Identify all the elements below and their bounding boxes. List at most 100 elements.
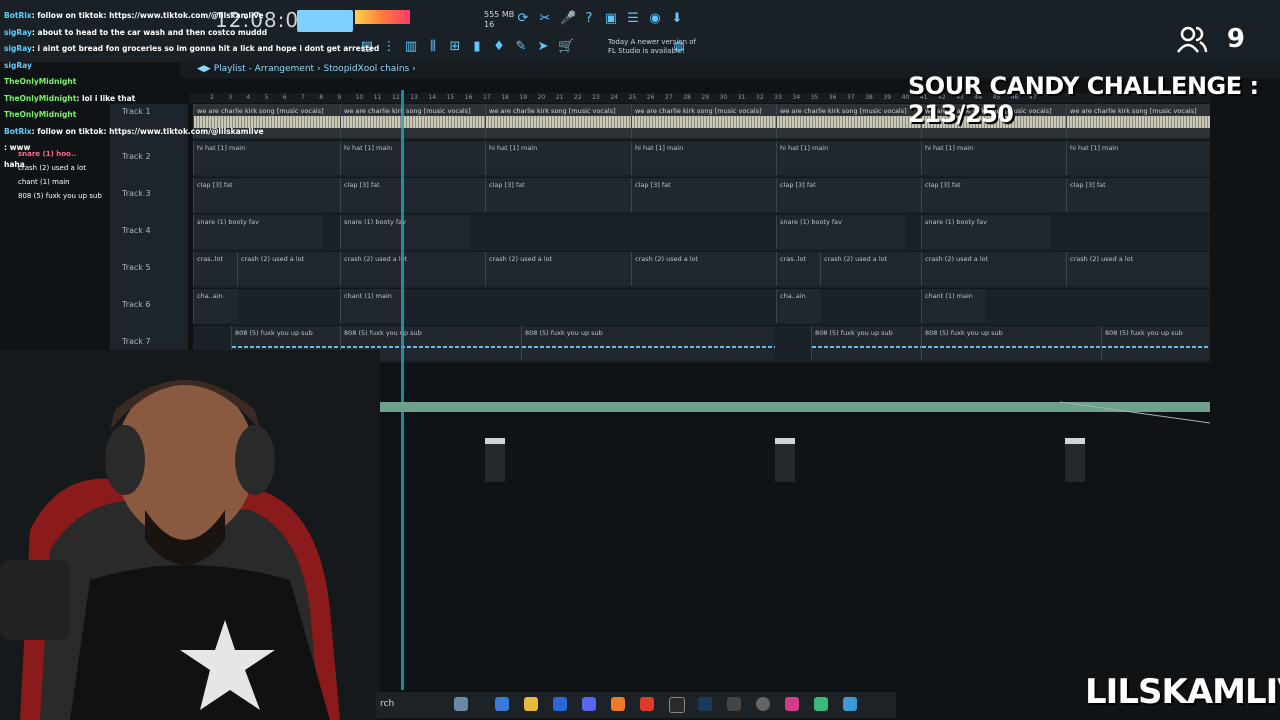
pattern-clip[interactable]: we are charlie kirk song [music vocals] — [485, 104, 631, 138]
track-lane[interactable]: cha..ain chant (1) main cha..ain chant (1) … — [193, 289, 1210, 326]
track-lane[interactable]: cras..lot crash (2) used a lot crash (2) u… — [193, 252, 1210, 289]
pattern-clip[interactable]: crash (2) used a lot — [340, 252, 485, 286]
browser-icon[interactable]: ⊞ — [448, 40, 462, 54]
ruler-tick: 3 — [228, 94, 233, 101]
pattern-clip[interactable]: crash (2) used a lot — [237, 252, 340, 286]
pattern-clip[interactable]: clap [3] fat — [776, 178, 921, 212]
store-icon[interactable] — [553, 697, 567, 711]
pattern-clip[interactable]: crash (2) used a lot — [1066, 252, 1210, 286]
pattern-clip[interactable]: we are charlie kirk song [music vocals] — [631, 104, 776, 138]
ruler-tick: 9 — [337, 94, 342, 101]
taskbar-search[interactable]: rch — [380, 699, 394, 709]
track-label[interactable]: Track 5 — [122, 263, 151, 272]
pattern-clip[interactable]: snare (1) booty fav — [193, 215, 323, 249]
ruler-tick: 26 — [646, 94, 655, 101]
pattern-clip[interactable]: clap [3] fat — [1066, 178, 1210, 212]
track-label[interactable]: Track 1 — [122, 107, 151, 116]
pattern-clip[interactable]: hi hat [1] main — [631, 141, 776, 175]
track-lane[interactable]: snare (1) booty fav snare (1) booty fav sn… — [193, 215, 1210, 252]
microphone-icon[interactable]: 🎤 — [560, 12, 576, 26]
app-icon[interactable] — [727, 697, 741, 711]
track-label[interactable]: Track 7 — [122, 337, 151, 346]
steam-icon[interactable] — [698, 697, 712, 711]
chat-icon[interactable]: ◉ — [648, 12, 662, 26]
pattern-clip[interactable]: hi hat [1] main — [1066, 141, 1210, 175]
channel-item[interactable]: snare (1) hoo.. — [18, 150, 118, 158]
discord-icon[interactable] — [582, 697, 596, 711]
channel-item[interactable]: chant (1) main — [18, 178, 118, 186]
mixer-icon[interactable]: ☰ — [626, 12, 640, 26]
pattern-clip[interactable]: chant (1) main — [340, 289, 405, 323]
ruler-tick: 7 — [301, 94, 305, 101]
channel-item[interactable]: crash (2) used a lot — [18, 164, 118, 172]
channel-rack-list: snare (1) hoo.. crash (2) used a lot cha… — [10, 150, 110, 200]
pattern-marker[interactable] — [775, 438, 795, 482]
pattern-clip[interactable]: clap [3] fat — [340, 178, 485, 212]
pattern-clip[interactable]: hi hat [1] main — [485, 141, 631, 175]
save-icon[interactable]: ▣ — [604, 12, 618, 26]
pattern-clip[interactable]: hi hat [1] main — [921, 141, 1066, 175]
pattern-clip[interactable]: hi hat [1] main — [193, 141, 340, 175]
pattern-clip[interactable]: 808 (5) fuxk you up sub — [1101, 326, 1210, 360]
pattern-clip[interactable]: crash (2) used a lot — [485, 252, 631, 286]
pattern-clip[interactable]: chant (1) main — [921, 289, 986, 323]
channel-rack-icon[interactable]: ▥ — [404, 40, 418, 54]
pattern-clip[interactable]: clap [3] fat — [631, 178, 776, 212]
obs-icon[interactable] — [669, 697, 685, 713]
track-label[interactable]: Track 3 — [122, 189, 151, 198]
clip-label: cras..lot — [197, 255, 224, 263]
cart-icon[interactable]: 🛒 — [558, 40, 574, 54]
pattern-selector[interactable]: StoopidXool chains — [323, 64, 409, 74]
fl-studio-icon[interactable] — [611, 697, 625, 711]
pattern-clip[interactable]: snare (1) booty fav — [340, 215, 470, 249]
pattern-clip[interactable]: hi hat [1] main — [340, 141, 485, 175]
refresh-icon[interactable]: ⟳ — [516, 12, 530, 26]
copilot-icon[interactable] — [495, 697, 509, 711]
magnet-icon[interactable]: ➤ — [536, 40, 550, 54]
clip-label: chant (1) main — [344, 292, 392, 300]
piano-roll-icon[interactable]: ⋮ — [382, 40, 396, 54]
plugin-icon[interactable]: ▮ — [470, 40, 484, 54]
notepad-icon[interactable] — [843, 697, 857, 711]
track-label[interactable]: Track 6 — [122, 300, 151, 309]
track-lane[interactable]: hi hat [1] main hi hat [1] main hi hat [1]… — [193, 141, 1210, 178]
pattern-clip[interactable]: cha..ain — [776, 289, 821, 323]
widgets-icon[interactable] — [454, 697, 468, 711]
pattern-clip[interactable]: crash (2) used a lot — [921, 252, 1066, 286]
file-explorer-icon[interactable] — [524, 697, 538, 711]
pattern-clip[interactable]: clap [3] fat — [193, 178, 340, 212]
brush-icon[interactable]: ✎ — [514, 40, 528, 54]
pattern-clip[interactable]: we are charlie kirk song [music vocals] — [776, 104, 921, 138]
tempo-icon[interactable]: ♦ — [492, 40, 506, 54]
help-icon[interactable]: ? — [582, 12, 596, 26]
pattern-clip[interactable]: clap [3] fat — [921, 178, 1066, 212]
playhead[interactable] — [401, 90, 404, 690]
pattern-clip[interactable]: cha..ain — [193, 289, 238, 323]
brave-icon[interactable] — [640, 697, 654, 711]
playlist-title[interactable]: ◀▶ Playlist - Arrangement › StoopidXool … — [197, 64, 416, 74]
mixer-faders-icon[interactable]: ⫼ — [426, 40, 440, 54]
pattern-clip[interactable]: cras..lot — [776, 252, 820, 286]
pattern-clip[interactable]: cras..lot — [193, 252, 237, 286]
track-label[interactable]: Track 2 — [122, 152, 151, 161]
instagram-icon[interactable] — [785, 697, 799, 711]
app-icon-2[interactable] — [814, 697, 828, 711]
download-icon[interactable]: ⬇ — [670, 12, 684, 26]
pattern-clip[interactable]: 808 (5) fuxk you up sub — [521, 326, 775, 360]
track-lane[interactable]: clap [3] fat clap [3] fat clap [3] fat clap… — [193, 178, 1210, 215]
track-label[interactable]: Track 4 — [122, 226, 151, 235]
pattern-clip[interactable]: we are charlie kirk song [music vocals] — [340, 104, 485, 138]
pattern-clip[interactable]: crash (2) used a lot — [631, 252, 776, 286]
cut-icon[interactable]: ✂ — [538, 12, 552, 26]
clip-label: hi hat [1] main — [925, 144, 974, 152]
pattern-clip[interactable]: clap [3] fat — [485, 178, 631, 212]
pattern-clip[interactable]: snare (1) booty fav — [921, 215, 1051, 249]
4k-icon[interactable] — [756, 697, 770, 711]
globe-icon[interactable]: ◍ — [672, 40, 686, 54]
pattern-clip[interactable]: hi hat [1] main — [776, 141, 921, 175]
pattern-clip[interactable]: snare (1) booty fav — [776, 215, 906, 249]
channel-item[interactable]: 808 (5) fuxk you up sub — [18, 192, 118, 200]
pattern-clip[interactable]: crash (2) used a lot — [820, 252, 921, 286]
pattern-marker[interactable] — [1065, 438, 1085, 482]
pattern-marker[interactable] — [485, 438, 505, 482]
